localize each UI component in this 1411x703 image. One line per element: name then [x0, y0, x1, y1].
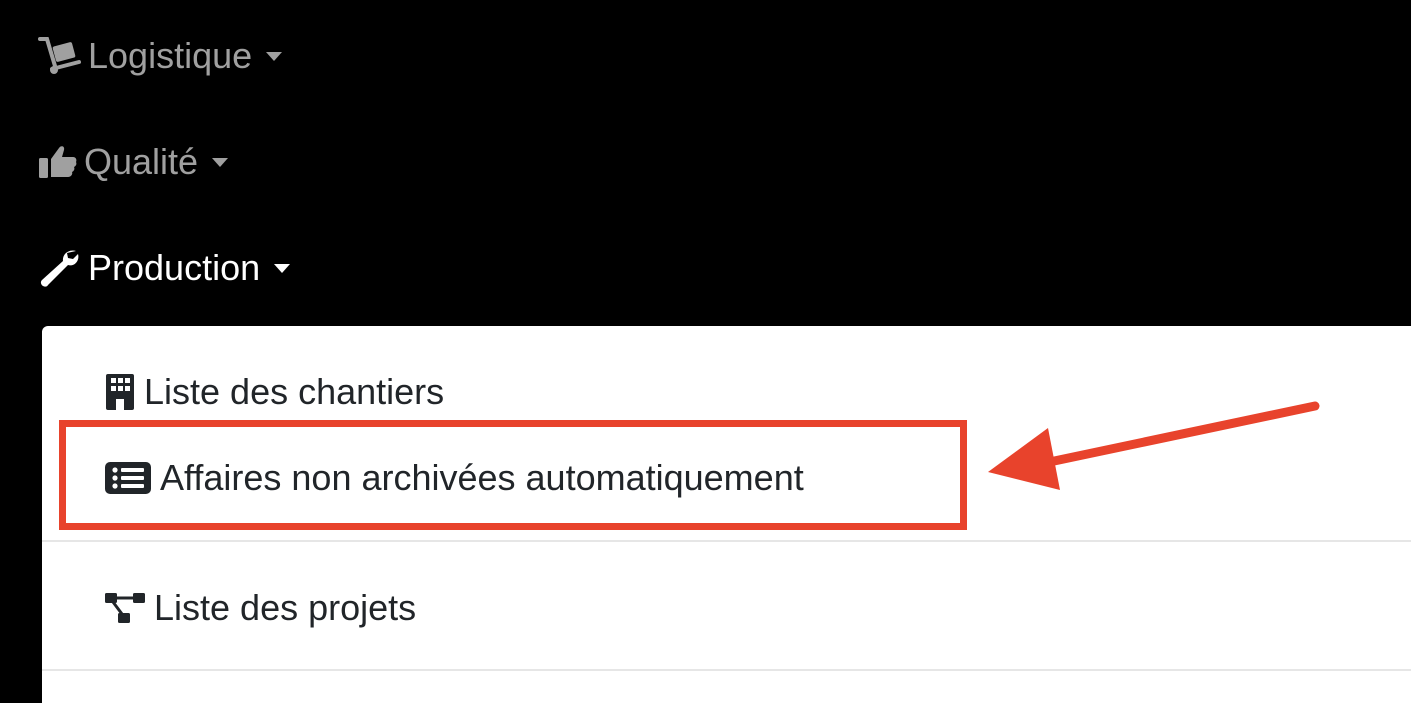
production-dropdown-menu: Liste des chantiers Affaires non archivé…: [42, 326, 1411, 703]
dropdown-divider: [42, 669, 1411, 671]
nav-item-label: Qualité: [84, 141, 199, 182]
nav-item-label: Logistique: [88, 35, 253, 76]
menu-item-label: Liste des chantiers: [144, 371, 445, 412]
nav-item-logistique[interactable]: Logistique: [38, 28, 283, 84]
dolly-icon: [38, 36, 82, 76]
wrench-icon: [38, 248, 82, 288]
list-icon: [104, 460, 152, 496]
nav-item-label: Production: [88, 247, 261, 288]
menu-item-affaires-non-archivees[interactable]: Affaires non archivées automatiquement: [104, 450, 804, 506]
menu-item-liste-des-chantiers[interactable]: Liste des chantiers: [104, 366, 444, 418]
menu-item-label: Liste des projets: [154, 587, 417, 628]
screen: Logistique Qualité Production Liste des …: [0, 0, 1411, 703]
dropdown-divider: [42, 540, 1411, 542]
menu-item-label: Affaires non archivées automatiquement: [160, 457, 804, 498]
nav-item-qualite[interactable]: Qualité: [38, 134, 229, 190]
nav-item-production[interactable]: Production: [38, 240, 291, 296]
project-diagram-icon: [104, 591, 146, 625]
building-icon: [104, 373, 136, 411]
caret-down-icon: [212, 157, 229, 167]
caret-down-icon: [274, 263, 291, 273]
thumbs-up-icon: [38, 144, 78, 180]
caret-down-icon: [266, 51, 283, 61]
menu-item-liste-des-projets[interactable]: Liste des projets: [104, 582, 416, 634]
